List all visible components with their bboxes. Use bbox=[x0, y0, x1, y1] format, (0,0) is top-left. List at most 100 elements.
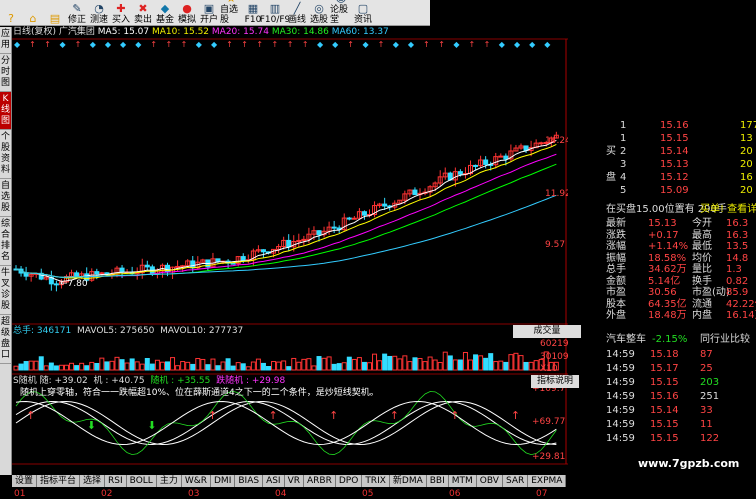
toolbar-button-15[interactable]: ☺论股堂 bbox=[330, 0, 352, 26]
trade-price: 15.14 bbox=[650, 405, 679, 416]
toolbar-button-12[interactable]: ▥ F10/F9 bbox=[260, 0, 291, 26]
indicator-tab[interactable]: SAR bbox=[503, 475, 529, 487]
quote-label: 市盈 bbox=[606, 287, 626, 298]
candle bbox=[210, 252, 216, 268]
candle bbox=[215, 258, 221, 264]
indicator-tab[interactable]: VR bbox=[285, 475, 305, 487]
toolbar-button-9[interactable]: ▣ 开户 bbox=[198, 0, 220, 26]
indicator-tab[interactable]: DPO bbox=[336, 475, 363, 487]
indicator-tab[interactable]: EXPMA bbox=[528, 475, 567, 487]
candle bbox=[225, 259, 231, 269]
volume-selector[interactable]: 成交量 bbox=[513, 325, 581, 338]
indicator-tab[interactable]: ARBR bbox=[304, 475, 336, 487]
volume-bar bbox=[311, 365, 317, 371]
candle bbox=[301, 235, 307, 246]
arrow-up-icon: ↑ bbox=[256, 40, 263, 49]
indicator-tab[interactable]: 指标平台 bbox=[37, 475, 81, 487]
volume-bar bbox=[64, 364, 69, 371]
toolbar-button-3[interactable]: ✎ 修正 bbox=[66, 0, 88, 26]
toolbar-button-13[interactable]: ╱ 画线 bbox=[286, 0, 308, 26]
toolbar-button-1[interactable]: ⌂ bbox=[22, 0, 44, 26]
sidebar-tab-7[interactable]: 超级盘口 bbox=[0, 315, 11, 364]
indicator-tab[interactable]: 选择 bbox=[80, 475, 106, 487]
volume-bar bbox=[33, 360, 39, 371]
arrow-up-icon: ↑ bbox=[75, 40, 82, 49]
ticker-button[interactable]: 买单! 查看详情 bbox=[700, 204, 756, 215]
trade-time: 14:59 bbox=[606, 405, 635, 416]
chart-svg[interactable]: 14.24 11.92 9.57 ←7.80 ◆ ↑ ↑ ◆ ↑ ◆ ◆ ◆ ◆ ↑ ↑ ↑ ◆ ◆ ↑ ↑ ↑ ↑ ↑ ↑ ◆… bbox=[12, 27, 568, 475]
arrow-up-icon: ↑ bbox=[26, 409, 35, 422]
chart-area[interactable]: 14.24 11.92 9.57 ←7.80 ◆ ↑ ↑ ◆ ↑ ◆ ◆ ◆ ◆ ↑ ↑ ↑ ◆ ◆ ↑ ↑ ↑ ↑ ↑ ↑ ◆… bbox=[12, 27, 581, 499]
volume-bar bbox=[139, 363, 145, 371]
indicator-tab[interactable]: TRIX bbox=[362, 475, 390, 487]
indicator-tab[interactable]: W&R bbox=[182, 475, 211, 487]
sector-name: 汽车整车 bbox=[606, 334, 646, 345]
trade-row: 14:59 15.16 251 bbox=[604, 391, 756, 402]
toolbar-button-5[interactable]: ✚ 买入 bbox=[110, 0, 132, 26]
indicator-v2: 机 : +40.75 bbox=[93, 376, 145, 386]
indicator-tab[interactable]: OBV bbox=[477, 475, 503, 487]
volume-bar bbox=[356, 357, 362, 371]
quote-panel: 买盘 1 15.16 177 1 15.15 13 2 15.14 20 3 15.13 20 4 15.1… bbox=[604, 27, 756, 475]
candle bbox=[185, 259, 191, 267]
toolbar-button-4[interactable]: ◔ 测速 bbox=[88, 0, 110, 26]
sidebar-tab-1[interactable]: 分时图 bbox=[0, 54, 11, 92]
toolbar-button-0[interactable]: ? bbox=[0, 0, 22, 26]
toolbar-button-10[interactable]: ★自选股 bbox=[220, 0, 242, 26]
volume-bar bbox=[124, 362, 130, 371]
toolbar-button-6[interactable]: ✖ 卖出 bbox=[132, 0, 154, 26]
arrow-down-icon: ◆ bbox=[332, 40, 339, 49]
indicator-tab[interactable]: S随机 bbox=[566, 475, 568, 487]
toolbar-button-8[interactable]: ● 模拟 bbox=[176, 0, 198, 26]
toolbar-button-7[interactable]: ◆ 基金 bbox=[154, 0, 176, 26]
volume-bar bbox=[452, 359, 458, 371]
volume-info: 总手: 346171 MAVOL5: 275650 MAVOL10: 27773… bbox=[13, 326, 243, 337]
volume-bar bbox=[508, 354, 514, 371]
volume-bar bbox=[372, 353, 378, 371]
indicator-axis-label: +69.77 bbox=[532, 417, 565, 427]
quote-label-2: 今开 bbox=[692, 218, 712, 229]
order-book-row: 1 15.15 13 bbox=[604, 133, 756, 144]
sidebar-tab-6[interactable]: 牛叉诊股 bbox=[0, 266, 11, 315]
indicator-line bbox=[15, 390, 557, 456]
toolbar-button-16[interactable]: ▢ 资讯 bbox=[352, 0, 374, 26]
volume-bar bbox=[427, 356, 433, 371]
indicator-tab[interactable]: BIAS bbox=[235, 475, 264, 487]
sidebar-tab-3[interactable]: 个股资料 bbox=[0, 130, 11, 179]
sidebar-tab-4[interactable]: 自选股 bbox=[0, 179, 11, 217]
sidebar-tab-2[interactable]: K线图 bbox=[0, 92, 11, 130]
arrow-up-icon: ↑ bbox=[438, 40, 445, 49]
price-axis-label: 14.24 bbox=[545, 136, 568, 146]
candle bbox=[48, 270, 54, 291]
indicator-tab[interactable]: 设置 bbox=[12, 475, 38, 487]
chart-title: 日线(复权) 广汽集团 MA5: 15.07 MA10: 15.52 MA20:… bbox=[13, 27, 389, 38]
indicator-tab[interactable]: 主力 bbox=[157, 475, 182, 487]
trade-row: 14:59 15.14 33 bbox=[604, 405, 756, 416]
indicator-tab[interactable]: BBI bbox=[427, 475, 449, 487]
volume-bar bbox=[69, 362, 75, 371]
arrow-up-icon: ↑ bbox=[329, 409, 338, 422]
arrow-down-icon: ◆ bbox=[135, 40, 142, 49]
candle bbox=[462, 167, 468, 179]
order-price: 15.15 bbox=[660, 133, 689, 144]
quote-value: 15.13 bbox=[648, 218, 677, 229]
indicator-tab[interactable]: 新DMA bbox=[390, 475, 427, 487]
toolbar-button-2[interactable]: ▤ bbox=[44, 0, 66, 26]
indicator-help-button[interactable]: 指标说明 bbox=[531, 375, 579, 388]
indicator-tab[interactable]: BOLL bbox=[127, 475, 157, 487]
volume-bar bbox=[13, 365, 19, 371]
volume-axis-label: 30109 bbox=[540, 352, 568, 362]
volume-bar bbox=[457, 359, 463, 371]
sidebar-tab-0[interactable]: 应用 bbox=[0, 27, 11, 54]
indicator-tab[interactable]: ASI bbox=[263, 475, 285, 487]
toolbar-button-14[interactable]: ◎ 选股 bbox=[308, 0, 330, 26]
trade-time: 14:59 bbox=[606, 433, 635, 444]
indicator-tab[interactable]: MTM bbox=[449, 475, 477, 487]
arrow-up-icon: ↑ bbox=[347, 40, 354, 49]
sidebar-tab-5[interactable]: 综合排名 bbox=[0, 217, 11, 266]
indicator-tab[interactable]: RSI bbox=[105, 475, 127, 487]
sector-compare-link[interactable]: 同行业比较 bbox=[700, 334, 750, 345]
volume-bar bbox=[417, 358, 423, 371]
volume-bar bbox=[165, 361, 170, 371]
indicator-tab[interactable]: DMI bbox=[211, 475, 236, 487]
